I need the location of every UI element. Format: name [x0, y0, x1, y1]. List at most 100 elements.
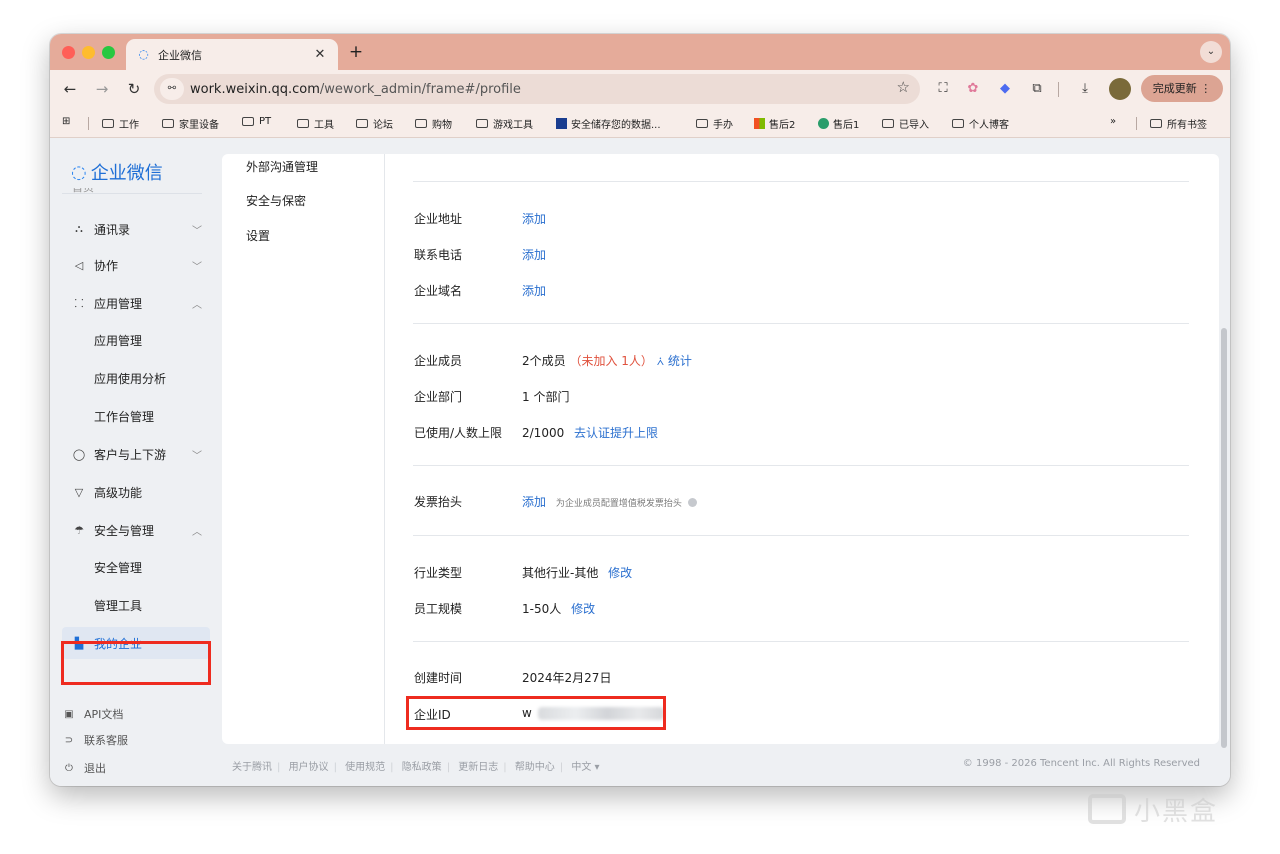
- sidebar-api-docs[interactable]: ▣ API文档: [62, 706, 123, 722]
- apps-grid-icon[interactable]: ⊞: [62, 116, 70, 127]
- footer-link-privacy[interactable]: 隐私政策: [402, 762, 442, 773]
- sidebar-subitem-workbench[interactable]: 工作台管理: [62, 401, 210, 433]
- folder-icon: [162, 119, 174, 128]
- bookmark-item[interactable]: 售后2: [754, 116, 795, 131]
- reload-icon[interactable]: ↻: [124, 79, 144, 99]
- bookmark-folder[interactable]: 已导入: [882, 116, 929, 131]
- profile-card: 外部沟通管理 安全与保密 设置 企业地址 添加 联系电话 添加 企业域名 添加 …: [222, 154, 1219, 744]
- section-divider: [413, 535, 1189, 536]
- security-site-icon: [556, 118, 567, 129]
- browser-toolbar: ← → ↻ ⚯ work.weixin.qq.com/wework_admin/…: [50, 70, 1230, 108]
- sidebar-support[interactable]: ⊃ 联系客服: [62, 732, 128, 748]
- section-divider: [413, 465, 1189, 466]
- forward-icon[interactable]: →: [92, 79, 112, 99]
- sidebar-item-collab[interactable]: ◁ 协作 ﹀: [62, 249, 210, 281]
- submenu-security-privacy[interactable]: 安全与保密: [246, 192, 306, 209]
- extension-icon[interactable]: ✿: [964, 80, 982, 98]
- bookmark-star-icon[interactable]: ☆: [897, 78, 910, 96]
- edit-industry-link[interactable]: 修改: [608, 566, 632, 580]
- folder-icon: [696, 119, 708, 128]
- browser-window: ◌ 企业微信 ✕ + ⌄ ← → ↻ ⚯ work.weixin.qq.com/…: [50, 34, 1230, 786]
- sidebar-subitem-admin-tools[interactable]: 管理工具: [62, 590, 210, 622]
- add-phone-link[interactable]: 添加: [522, 246, 546, 263]
- footer-link-help[interactable]: 帮助中心: [515, 762, 555, 773]
- download-icon[interactable]: ⤓: [1076, 80, 1094, 98]
- bookmark-folder[interactable]: 工具: [297, 116, 334, 131]
- edit-scale-link[interactable]: 修改: [571, 602, 595, 616]
- sidebar-subitem-app-management[interactable]: 应用管理: [62, 325, 210, 357]
- unjoined-count[interactable]: （未加入 1人）: [569, 354, 652, 368]
- new-tab-button[interactable]: +: [346, 42, 366, 62]
- submenu-settings[interactable]: 设置: [246, 227, 270, 244]
- bookmark-item[interactable]: 安全储存您的数据...: [556, 116, 661, 131]
- bookmark-folder[interactable]: 家里设备: [162, 116, 219, 131]
- watermark: 小黑盒: [1088, 786, 1248, 832]
- language-select[interactable]: 中文 ▾: [571, 762, 599, 773]
- sidebar-item-security[interactable]: ☂ 安全与管理 ︿: [62, 514, 210, 546]
- extensions-puzzle-icon[interactable]: ⧉: [1028, 80, 1046, 98]
- stats-icon[interactable]: ⩑: [657, 354, 664, 368]
- power-icon: ⏻: [65, 762, 73, 774]
- footer-link-rules[interactable]: 使用规范: [345, 762, 385, 773]
- address-bar[interactable]: ⚯ work.weixin.qq.com/wework_admin/frame#…: [154, 74, 920, 104]
- add-invoice-link[interactable]: 添加: [522, 495, 546, 509]
- add-address-link[interactable]: 添加: [522, 210, 546, 227]
- add-domain-link[interactable]: 添加: [522, 282, 546, 299]
- url-text[interactable]: work.weixin.qq.com/wework_admin/frame#/p…: [190, 82, 521, 97]
- org-chart-icon: ⛬: [75, 222, 83, 235]
- logo-divider: [62, 193, 202, 194]
- sidebar-item-contacts[interactable]: ⛬ 通讯录 ﹀: [62, 213, 210, 245]
- verify-upgrade-link[interactable]: 去认证提升上限: [574, 426, 658, 440]
- bookmark-folder[interactable]: 游戏工具: [476, 116, 533, 131]
- bookmark-folder[interactable]: 个人博客: [952, 116, 1009, 131]
- phone-label: 联系电话: [414, 248, 463, 262]
- tab-close-icon[interactable]: ✕: [312, 47, 328, 62]
- info-icon[interactable]: [687, 498, 697, 507]
- submenu-external-communication[interactable]: 外部沟通管理: [246, 158, 318, 175]
- all-bookmarks-folder[interactable]: 所有书签: [1150, 116, 1207, 131]
- bookmarks-overflow-button[interactable]: »: [1110, 116, 1116, 127]
- wecom-favicon-icon: ◌: [138, 47, 149, 61]
- footer-link-changelog[interactable]: 更新日志: [458, 762, 498, 773]
- collab-icon: ◁: [74, 258, 84, 272]
- profile-avatar[interactable]: [1109, 78, 1131, 100]
- minimize-window-button[interactable]: [82, 46, 95, 59]
- section-divider: [413, 323, 1189, 324]
- bookmark-folder[interactable]: 手办: [696, 116, 733, 131]
- section-divider: [413, 181, 1189, 182]
- sidebar-item-customers[interactable]: ◯ 客户与上下游 ﹀: [62, 438, 210, 470]
- bookmark-folder[interactable]: 论坛: [356, 116, 393, 131]
- update-button[interactable]: 完成更新 ⋮: [1141, 75, 1223, 102]
- created-label: 创建时间: [414, 671, 463, 685]
- bookmark-folder[interactable]: 购物: [415, 116, 452, 131]
- stats-link[interactable]: 统计: [668, 354, 692, 368]
- folder-icon: [476, 119, 488, 128]
- bookmark-item[interactable]: 售后1: [818, 116, 859, 131]
- sidebar-item-advanced[interactable]: ▽ 高级功能: [62, 476, 210, 508]
- wecom-logo[interactable]: ◌ 企业微信: [71, 159, 163, 185]
- back-icon[interactable]: ←: [60, 79, 80, 99]
- site-info-icon[interactable]: ⚯: [160, 78, 184, 100]
- highlight-box-my-company: [61, 641, 211, 685]
- maximize-window-button[interactable]: [102, 46, 115, 59]
- tab-search-button[interactable]: ⌄: [1200, 41, 1222, 63]
- industry-value: 其他行业-其他 修改: [522, 566, 633, 580]
- sidebar-subitem-security-management[interactable]: 安全管理: [62, 552, 210, 584]
- footer-link-agreement[interactable]: 用户协议: [289, 762, 329, 773]
- bookmark-folder[interactable]: PT: [242, 116, 271, 127]
- chat-bubble-icon: ◯: [72, 447, 86, 461]
- industry-label: 行业类型: [414, 566, 463, 580]
- browser-tab[interactable]: ◌ 企业微信 ✕: [126, 39, 338, 70]
- bookmark-folder[interactable]: 工作: [102, 116, 139, 131]
- diamond-icon: ▽: [74, 485, 84, 499]
- screenshot-extension-icon[interactable]: ⛶: [934, 80, 952, 98]
- sidebar-logout[interactable]: ⏻ 退出: [62, 760, 106, 776]
- sidebar-subitem-app-analytics[interactable]: 应用使用分析: [62, 363, 210, 395]
- extension-blue-icon[interactable]: ◆: [996, 80, 1014, 98]
- folder-icon: [882, 119, 894, 128]
- footer-link-about[interactable]: 关于腾讯: [232, 762, 272, 773]
- sidebar-item-apps[interactable]: ⸬ 应用管理 ︿: [62, 287, 210, 319]
- apps-grid-icon: ⸬: [74, 296, 84, 310]
- page-scrollbar[interactable]: [1221, 328, 1227, 748]
- close-window-button[interactable]: [62, 46, 75, 59]
